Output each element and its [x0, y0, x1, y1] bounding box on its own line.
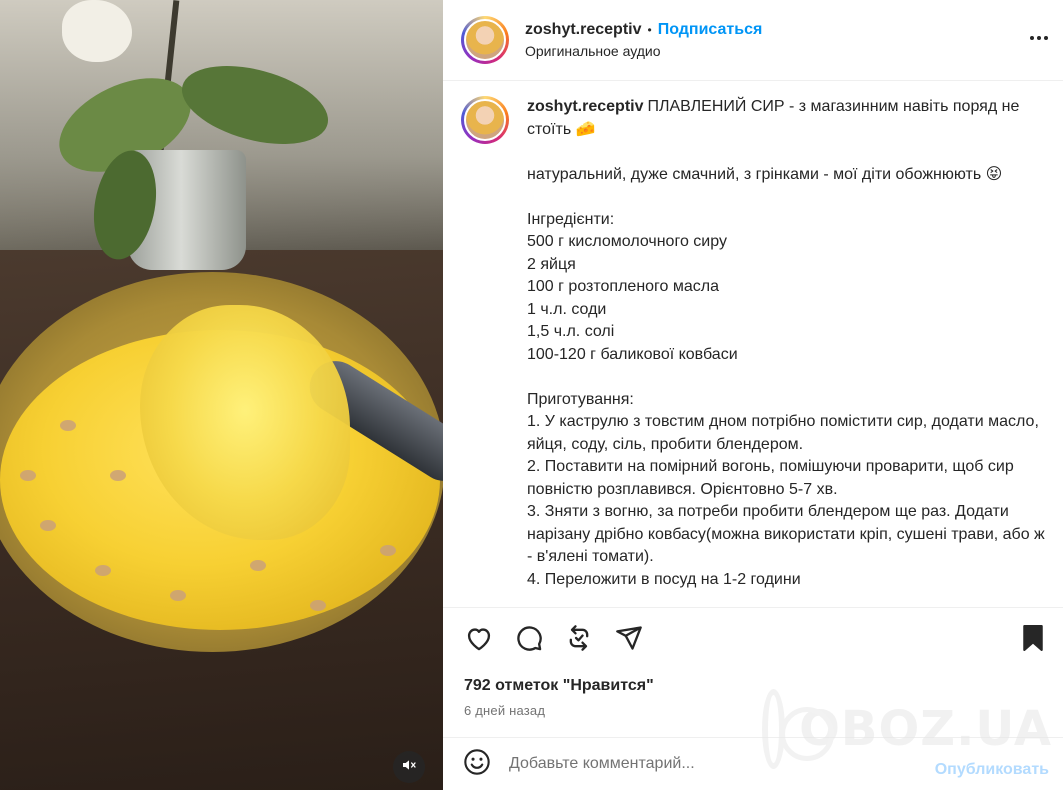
share-icon: [615, 624, 643, 657]
post-panel: zoshyt.receptiv • Подписаться Оригинальн…: [443, 0, 1063, 790]
media-sausage-bit: [310, 600, 326, 611]
media-sausage-bit: [40, 520, 56, 531]
post-time[interactable]: 6 дней назад: [464, 703, 545, 718]
emoji-icon: [464, 748, 490, 775]
heart-icon: [465, 625, 493, 656]
like-button[interactable]: [463, 624, 495, 656]
media-sausage-bit: [250, 560, 266, 571]
post-media[interactable]: [0, 0, 443, 790]
media-sausage-bit: [95, 565, 111, 576]
publish-button[interactable]: Опубликовать: [935, 761, 1049, 779]
author-avatar[interactable]: [461, 16, 509, 64]
repost-icon: [565, 624, 593, 657]
audio-link[interactable]: Оригинальное аудио: [525, 43, 762, 59]
caption-section: zoshyt.receptiv ПЛАВЛЕНИЙ СИР - з магазин…: [443, 82, 1063, 607]
more-horizontal-icon: [1029, 28, 1049, 46]
media-sausage-bit: [110, 470, 126, 481]
author-meta: zoshyt.receptiv • Подписаться Оригинальн…: [525, 21, 762, 59]
more-options-button[interactable]: [1027, 25, 1051, 49]
likes-count[interactable]: 792 отметок "Нравится": [464, 677, 654, 695]
separator-dot: •: [647, 23, 652, 37]
bookmark-filled-icon: [1021, 624, 1045, 656]
author-username[interactable]: zoshyt.receptiv: [525, 21, 641, 39]
media-sausage-bit: [170, 590, 186, 601]
share-button[interactable]: [613, 624, 645, 656]
repost-button[interactable]: [563, 624, 595, 656]
comment-input[interactable]: [509, 755, 889, 773]
author-line: zoshyt.receptiv • Подписаться: [525, 21, 762, 39]
caption-text-block: zoshyt.receptiv ПЛАВЛЕНИЙ СИР - з магазин…: [527, 96, 1047, 607]
media-sausage-bit: [60, 420, 76, 431]
mute-button[interactable]: [393, 751, 425, 783]
action-buttons: [463, 624, 645, 656]
actions-section: 792 отметок "Нравится" 6 дней назад: [443, 607, 1063, 737]
media-orchid-flower: [62, 0, 132, 62]
caption-username[interactable]: zoshyt.receptiv: [527, 98, 643, 115]
comment-icon: [515, 624, 543, 657]
follow-button[interactable]: Подписаться: [658, 21, 763, 39]
comment-bar: Опубликовать: [443, 737, 1063, 790]
caption-text: ПЛАВЛЕНИЙ СИР - з магазинним навіть поря…: [527, 98, 1045, 588]
comment-button[interactable]: [513, 624, 545, 656]
caption-avatar[interactable]: [461, 96, 509, 144]
media-sausage-bit: [20, 470, 36, 481]
post-header: zoshyt.receptiv • Подписаться Оригинальн…: [443, 0, 1063, 81]
media-sausage-bit: [380, 545, 396, 556]
speaker-muted-icon: [401, 757, 417, 778]
emoji-picker-button[interactable]: [463, 748, 491, 781]
avatar-photo: [464, 99, 506, 141]
save-button[interactable]: [1017, 624, 1049, 656]
avatar-photo: [464, 19, 506, 61]
